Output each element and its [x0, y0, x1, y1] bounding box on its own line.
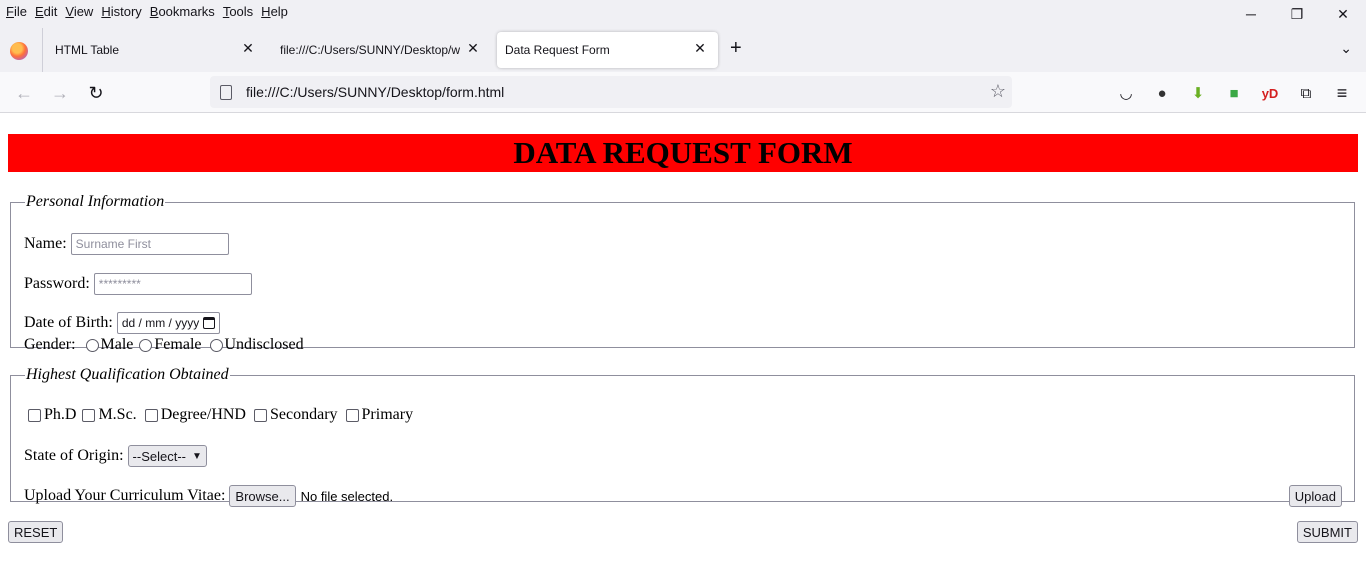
msc-label[interactable]: M.Sc. [98, 406, 136, 424]
submit-button[interactable]: SUBMIT [1296, 521, 1358, 543]
list-all-tabs-icon[interactable]: ⌄ [1340, 40, 1352, 57]
new-tab-icon[interactable]: + [730, 37, 742, 60]
menu-edit[interactable]: Edit [35, 4, 57, 19]
back-icon[interactable]: ← [12, 81, 36, 105]
primary-label[interactable]: Primary [362, 406, 414, 424]
cv-label: Upload Your Curriculum Vitae: [24, 487, 226, 504]
browse-button[interactable]: Browse... [229, 485, 296, 507]
tab-file-path[interactable]: file:///C:/Users/SUNNY/Desktop/we ✕ [269, 32, 491, 68]
minimize-icon[interactable]: ─ [1228, 0, 1274, 28]
phd-checkbox[interactable] [28, 408, 41, 422]
menu-bookmarks[interactable]: Bookmarks [150, 4, 215, 19]
state-row: State of Origin: --Select-- ▼ [24, 445, 207, 467]
extension-balls-icon[interactable]: ● [1150, 81, 1174, 105]
gender-label: Gender: [24, 336, 76, 353]
qualification-row: Ph.D M.Sc. Degree/HND Secondary Primary [24, 406, 413, 424]
menu-bar: File Edit View History Bookmarks Tools H… [0, 0, 292, 22]
gender-male-radio[interactable] [85, 338, 99, 352]
navigation-toolbar: ← → ↻ file:///C:/Users/SUNNY/Desktop/for… [0, 72, 1366, 113]
app-menu-icon[interactable]: ≡ [1330, 81, 1354, 105]
degree-hnd-checkbox[interactable] [144, 408, 158, 422]
secondary-checkbox[interactable] [253, 408, 267, 422]
tab-strip: HTML Table ✕ file:///C:/Users/SUNNY/Desk… [0, 28, 1366, 72]
pocket-icon[interactable]: ◡ [1114, 81, 1138, 105]
tab-label: HTML Table [55, 43, 120, 57]
gender-male-label[interactable]: Male [101, 336, 134, 354]
window-controls: ─ ❐ ✕ [1228, 0, 1366, 28]
tab-label: Data Request Form [505, 43, 610, 57]
browser-chrome: File Edit View History Bookmarks Tools H… [0, 0, 1366, 113]
dob-row: Date of Birth: dd / mm / yyyy [24, 312, 221, 334]
personal-info-legend: Personal Information [26, 193, 165, 210]
download-extension-icon[interactable]: ⬇ [1186, 81, 1210, 105]
state-label: State of Origin: [24, 447, 124, 464]
dob-placeholder: dd / mm / yyyy [121, 316, 200, 330]
personal-info-fieldset: Personal Information Name: Surname First… [10, 193, 1355, 353]
forward-icon[interactable]: → [48, 81, 72, 105]
degree-hnd-label[interactable]: Degree/HND [161, 406, 246, 424]
password-row: Password: ********* [24, 273, 252, 295]
close-tab-icon[interactable]: ✕ [240, 40, 256, 57]
dob-input[interactable]: dd / mm / yyyy [116, 312, 221, 334]
page-content: DATA REQUEST FORM Personal Information N… [0, 113, 1366, 585]
url-bar[interactable]: file:///C:/Users/SUNNY/Desktop/form.html… [210, 76, 1012, 108]
gender-undisclosed-radio[interactable] [209, 338, 223, 352]
firefox-view-icon[interactable] [10, 42, 28, 60]
password-label: Password: [24, 275, 90, 292]
dob-label: Date of Birth: [24, 314, 113, 331]
page-title: DATA REQUEST FORM [8, 134, 1358, 172]
reload-icon[interactable]: ↻ [84, 81, 108, 105]
reset-button[interactable]: RESET [8, 521, 64, 543]
gender-female-label[interactable]: Female [154, 336, 201, 354]
calendar-icon[interactable] [203, 317, 216, 329]
name-label: Name: [24, 235, 67, 252]
menu-view[interactable]: View [65, 4, 93, 19]
close-window-icon[interactable]: ✕ [1320, 0, 1366, 28]
url-text[interactable]: file:///C:/Users/SUNNY/Desktop/form.html [246, 84, 504, 100]
yandex-extension-icon[interactable]: yD [1258, 81, 1282, 105]
password-input[interactable]: ********* [93, 273, 252, 295]
gender-row: Gender: Male Female Undisclosed [24, 336, 304, 354]
bookmark-star-icon[interactable]: ☆ [990, 81, 1006, 102]
close-tab-icon[interactable]: ✕ [692, 40, 708, 57]
restore-icon[interactable]: ❐ [1274, 0, 1320, 28]
tab-html-table[interactable]: HTML Table ✕ [44, 32, 266, 68]
tab-divider [42, 28, 43, 72]
chevron-down-icon: ▼ [192, 450, 202, 462]
page-icon [220, 84, 232, 100]
close-tab-icon[interactable]: ✕ [465, 40, 481, 57]
no-file-text: No file selected. [300, 488, 394, 504]
tab-data-request-form[interactable]: Data Request Form ✕ [497, 32, 718, 68]
menu-file[interactable]: File [6, 4, 27, 19]
cv-row: Upload Your Curriculum Vitae: Browse... … [24, 485, 393, 507]
qualification-fieldset: Highest Qualification Obtained Ph.D M.Sc… [10, 366, 1355, 507]
menu-history[interactable]: History [101, 4, 141, 19]
extension-green-icon[interactable]: ■ [1222, 81, 1246, 105]
menu-help[interactable]: Help [261, 4, 288, 19]
secondary-label[interactable]: Secondary [270, 406, 338, 424]
gender-undisclosed-label[interactable]: Undisclosed [225, 336, 304, 354]
gender-female-radio[interactable] [139, 338, 153, 352]
qualification-legend: Highest Qualification Obtained [26, 366, 229, 383]
upload-button[interactable]: Upload [1288, 485, 1342, 507]
state-selected-value: --Select-- [132, 448, 186, 464]
primary-checkbox[interactable] [345, 408, 359, 422]
msc-checkbox[interactable] [82, 408, 96, 422]
state-select[interactable]: --Select-- ▼ [127, 445, 207, 467]
menu-tools[interactable]: Tools [223, 4, 253, 19]
extensions-icon[interactable]: ⧉ [1294, 81, 1318, 105]
phd-label[interactable]: Ph.D [44, 406, 76, 424]
name-input[interactable]: Surname First [70, 233, 229, 255]
name-row: Name: Surname First [24, 233, 229, 255]
tab-label: file:///C:/Users/SUNNY/Desktop/we [280, 43, 460, 57]
